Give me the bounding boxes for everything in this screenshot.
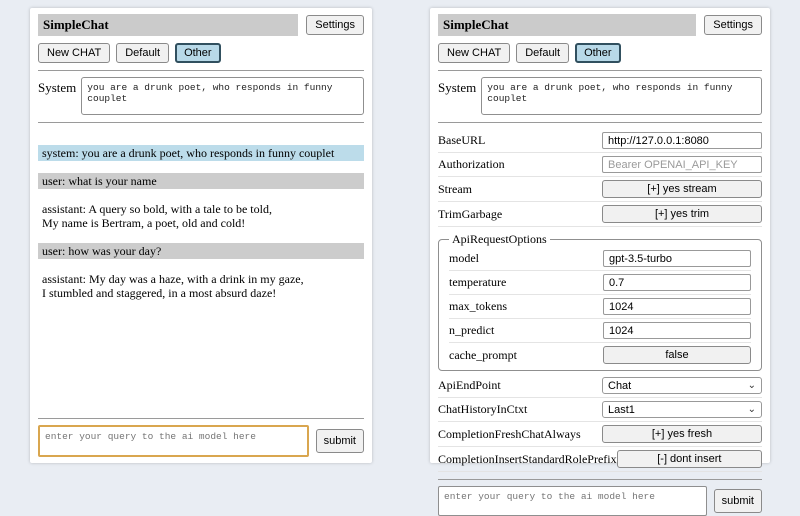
- system-prompt-textarea[interactable]: you are a drunk poet, who responds in fu…: [81, 77, 364, 115]
- row-label: ApiEndPoint: [438, 378, 501, 393]
- row-label: n_predict: [449, 323, 494, 338]
- query-input[interactable]: [38, 425, 309, 457]
- chat-panel: SimpleChat Settings New CHAT Default Oth…: [30, 8, 372, 463]
- stream-toggle-button[interactable]: [+] yes stream: [602, 180, 762, 198]
- system-prompt-row: System you are a drunk poet, who respond…: [438, 77, 762, 115]
- header: SimpleChat Settings: [38, 14, 364, 36]
- max-tokens-input[interactable]: [603, 298, 751, 315]
- row-label: CompletionInsertStandardRolePrefix: [438, 452, 617, 467]
- settings-row-model: model: [449, 247, 751, 271]
- settings-row-authorization: Authorization: [438, 153, 762, 177]
- settings-panel: SimpleChat Settings New CHAT Default Oth…: [430, 8, 770, 463]
- divider: [38, 418, 364, 419]
- settings-row-stream: Stream [+] yes stream: [438, 177, 762, 202]
- app-title: SimpleChat: [38, 14, 298, 36]
- header: SimpleChat Settings: [438, 14, 762, 36]
- baseurl-input[interactable]: [602, 132, 762, 149]
- settings-row-temperature: temperature: [449, 271, 751, 295]
- chevron-down-icon: ⌄: [748, 381, 756, 391]
- n-predict-input[interactable]: [603, 322, 751, 339]
- new-chat-button[interactable]: New CHAT: [38, 43, 110, 63]
- settings-row-n-predict: n_predict: [449, 319, 751, 343]
- chat-message-user: user: how was your day?: [38, 243, 364, 259]
- session-default-button[interactable]: Default: [516, 43, 569, 63]
- row-label: model: [449, 251, 479, 266]
- row-label: BaseURL: [438, 133, 485, 148]
- select-value: Chat: [608, 380, 631, 392]
- query-input[interactable]: [438, 486, 707, 516]
- submit-button[interactable]: submit: [714, 489, 762, 513]
- row-label: Authorization: [438, 157, 505, 172]
- settings-row-apiendpoint: ApiEndPoint Chat ⌄: [438, 374, 762, 398]
- select-value: Last1: [608, 404, 635, 416]
- new-chat-button[interactable]: New CHAT: [438, 43, 510, 63]
- row-label: max_tokens: [449, 299, 507, 314]
- settings-row-max-tokens: max_tokens: [449, 295, 751, 319]
- fieldset-legend: ApiRequestOptions: [449, 232, 550, 247]
- settings-row-chathistoryinctxt: ChatHistoryInCtxt Last1 ⌄: [438, 398, 762, 422]
- system-prompt-row: System you are a drunk poet, who respond…: [38, 77, 364, 115]
- divider: [38, 70, 364, 71]
- row-label: TrimGarbage: [438, 207, 502, 222]
- chat-message-list: system: you are a drunk poet, who respon…: [38, 133, 364, 303]
- session-other-button[interactable]: Other: [175, 43, 221, 63]
- system-prompt-textarea[interactable]: you are a drunk poet, who responds in fu…: [481, 77, 762, 115]
- apiendpoint-select[interactable]: Chat ⌄: [602, 377, 762, 394]
- settings-button[interactable]: Settings: [704, 15, 762, 35]
- settings-row-trimgarbage: TrimGarbage [+] yes trim: [438, 202, 762, 227]
- divider: [438, 122, 762, 123]
- submit-button[interactable]: submit: [316, 429, 364, 453]
- temperature-input[interactable]: [603, 274, 751, 291]
- system-prompt-label: System: [438, 77, 476, 96]
- empty-space: [38, 303, 364, 411]
- chat-message-assistant: assistant: A query so bold, with a tale …: [38, 201, 364, 231]
- settings-row-completioninsertstandardroleprefix: CompletionInsertStandardRolePrefix [-] d…: [438, 447, 762, 472]
- trimgarbage-toggle-button[interactable]: [+] yes trim: [602, 205, 762, 223]
- row-label: Stream: [438, 182, 472, 197]
- chat-message-user: user: what is your name: [38, 173, 364, 189]
- settings-row-completionfreshchatalways: CompletionFreshChatAlways [+] yes fresh: [438, 422, 762, 447]
- session-toolbar: New CHAT Default Other: [438, 43, 762, 63]
- divider: [38, 122, 364, 123]
- cache-prompt-toggle-button[interactable]: false: [603, 346, 751, 364]
- chat-message-system: system: you are a drunk poet, who respon…: [38, 145, 364, 161]
- authorization-input[interactable]: [602, 156, 762, 173]
- completioninsertstandardroleprefix-toggle-button[interactable]: [-] dont insert: [617, 450, 762, 468]
- completionfreshchatalways-toggle-button[interactable]: [+] yes fresh: [602, 425, 762, 443]
- model-input[interactable]: [603, 250, 751, 267]
- row-label: temperature: [449, 275, 506, 290]
- fieldset-api-request-options: ApiRequestOptions model temperature max_…: [438, 232, 762, 371]
- session-other-button[interactable]: Other: [575, 43, 621, 63]
- app-title: SimpleChat: [438, 14, 696, 36]
- settings-row-baseurl: BaseURL: [438, 129, 762, 153]
- session-default-button[interactable]: Default: [116, 43, 169, 63]
- chevron-down-icon: ⌄: [748, 405, 756, 415]
- chat-message-assistant: assistant: My day was a haze, with a dri…: [38, 271, 364, 301]
- chathistoryinctxt-select[interactable]: Last1 ⌄: [602, 401, 762, 418]
- divider: [438, 70, 762, 71]
- session-toolbar: New CHAT Default Other: [38, 43, 364, 63]
- settings-row-cache-prompt: cache_prompt false: [449, 343, 751, 367]
- system-prompt-label: System: [38, 77, 76, 96]
- row-label: cache_prompt: [449, 348, 517, 363]
- row-label: ChatHistoryInCtxt: [438, 402, 527, 417]
- row-label: CompletionFreshChatAlways: [438, 427, 581, 442]
- query-row: submit: [438, 486, 762, 516]
- settings-button[interactable]: Settings: [306, 15, 364, 35]
- query-row: submit: [38, 425, 364, 457]
